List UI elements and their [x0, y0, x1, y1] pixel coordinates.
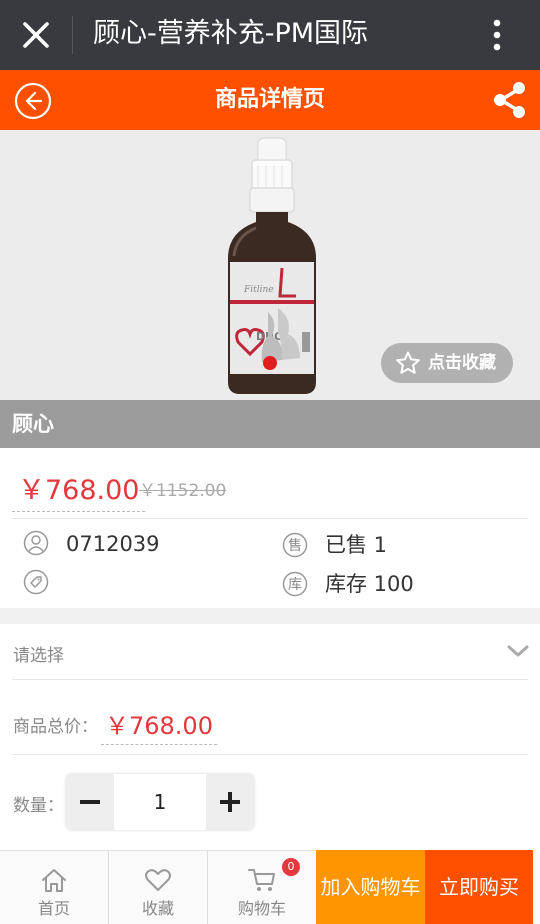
- wechat-top-bar: 顾心-营养补充-PM国际: [0, 0, 540, 70]
- tab-cart-label: 购物车: [237, 899, 286, 918]
- tab-favorite-label: 收藏: [141, 899, 174, 918]
- tag-icon: [23, 569, 49, 595]
- chevron-down-icon[interactable]: [507, 643, 529, 659]
- tab-home[interactable]: 首页: [0, 851, 108, 924]
- gallery-page-indicator[interactable]: [263, 356, 277, 370]
- product-info-panel: ￥768.00 ￥1152.00 0712039 售 已售 1 库 库存 100: [0, 448, 540, 608]
- product-name: 顾心: [12, 412, 54, 436]
- heart-icon: [145, 869, 171, 891]
- divider: [12, 518, 528, 519]
- back-icon[interactable]: [14, 82, 52, 120]
- sold-icon-char: 售: [288, 538, 302, 554]
- svg-text:Fitline: Fitline: [243, 285, 274, 295]
- more-icon[interactable]: [482, 14, 512, 56]
- tab-bar-edge: [533, 850, 540, 924]
- stock-icon: 库: [282, 571, 308, 597]
- favorite-button[interactable]: 点击收藏: [381, 343, 513, 383]
- purchase-options: 请选择 商品总价： ￥768.00 数量： 1: [0, 624, 540, 850]
- add-to-cart-button[interactable]: 加入购物车: [316, 850, 425, 924]
- minus-icon: [80, 800, 100, 804]
- tab-home-label: 首页: [37, 899, 70, 918]
- buy-now-button[interactable]: 立即购买: [425, 850, 533, 924]
- product-code: 0712039: [66, 532, 160, 556]
- tab-favorite[interactable]: 收藏: [109, 851, 207, 924]
- spec-select[interactable]: 请选择: [13, 641, 64, 666]
- quantity-stepper: 1: [66, 774, 254, 830]
- total-label: 商品总价：: [13, 717, 98, 737]
- cart-count-badge: 0: [282, 858, 300, 876]
- sold-count: 已售 1: [325, 533, 388, 557]
- home-icon: [42, 869, 66, 892]
- close-icon[interactable]: [18, 17, 54, 53]
- original-price: ￥1152.00: [139, 481, 227, 501]
- divider: [12, 754, 528, 755]
- page-header: 商品详情页: [0, 70, 540, 130]
- sold-icon: 售: [282, 532, 308, 558]
- page-title: 商品详情页: [214, 87, 325, 112]
- star-icon: [396, 351, 420, 374]
- quantity-label: 数量：: [13, 796, 64, 816]
- title-divider: [72, 16, 73, 54]
- increase-button[interactable]: [206, 774, 254, 830]
- product-name-bar: 顾心: [0, 400, 540, 448]
- section-gap: [0, 608, 540, 624]
- wechat-page-title: 顾心-营养补充-PM国际: [93, 18, 369, 49]
- stock-count: 库存 100: [325, 572, 414, 596]
- quantity-input[interactable]: 1: [114, 774, 206, 830]
- current-price: ￥768.00: [12, 468, 146, 512]
- tab-cart[interactable]: 购物车: [208, 851, 316, 924]
- divider: [12, 679, 528, 680]
- product-image-gallery[interactable]: Fitline DUO 点击收藏: [0, 130, 540, 400]
- stock-icon-char: 库: [288, 577, 302, 593]
- favorite-label: 点击收藏: [428, 353, 496, 373]
- total-price: ￥768.00: [101, 706, 217, 745]
- share-icon[interactable]: [492, 81, 528, 119]
- cart-icon: [248, 869, 275, 891]
- decrease-button[interactable]: [66, 774, 114, 830]
- user-icon: [23, 530, 49, 556]
